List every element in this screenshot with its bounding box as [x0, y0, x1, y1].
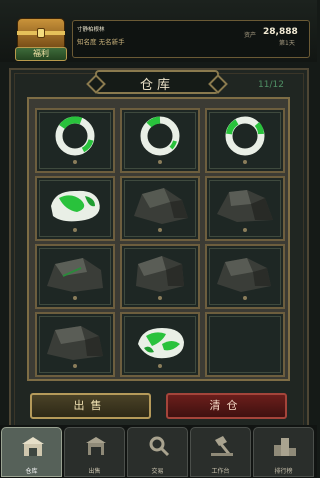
tab-label: 交易 — [151, 468, 164, 475]
hammer-icon — [211, 436, 233, 456]
slot-indicator — [73, 296, 77, 300]
inventory-slot[interactable] — [120, 312, 200, 377]
tab-label: 出售 — [88, 468, 101, 475]
shop-icon — [86, 437, 106, 455]
inventory-slot[interactable] — [35, 244, 115, 309]
tab-leaderboard[interactable]: 排行榜 — [253, 427, 314, 477]
slot-indicator — [243, 228, 247, 232]
tab-label: 仓库 — [25, 468, 38, 475]
player-name: 寸静柏根林 — [77, 27, 105, 33]
inventory-slot-empty[interactable] — [205, 312, 285, 377]
chest-lock-icon — [37, 28, 45, 38]
inventory-slot[interactable] — [205, 176, 285, 241]
tab-trade[interactable]: 交易 — [127, 427, 188, 477]
top-bar: 福利 寸静柏根林 知名度 无名新手 资产 28,888 第1天 — [0, 0, 317, 62]
search-icon — [149, 436, 170, 457]
inventory-slot[interactable] — [35, 176, 115, 241]
inventory-slot[interactable] — [120, 108, 200, 173]
inventory-slot[interactable] — [120, 176, 200, 241]
inventory-slot[interactable] — [205, 244, 285, 309]
podium-icon — [274, 438, 296, 456]
welfare-chest-button[interactable]: 福利 — [15, 18, 67, 61]
inventory-slot[interactable] — [35, 108, 115, 173]
sell-button[interactable]: 出售 — [30, 393, 151, 419]
clear-warehouse-button[interactable]: 清仓 — [166, 393, 287, 419]
tab-label: 排行榜 — [274, 468, 293, 475]
inventory-slot[interactable] — [120, 244, 200, 309]
slot-indicator — [73, 364, 77, 368]
slot-indicator — [158, 160, 162, 164]
slot-indicator — [158, 228, 162, 232]
slot-indicator — [73, 160, 77, 164]
warehouse-icon — [22, 437, 44, 456]
day-label: 第1天 — [279, 40, 295, 47]
slot-indicator — [73, 228, 77, 232]
tab-sell[interactable]: 出售 — [64, 427, 125, 477]
asset-label: 资产 — [244, 32, 257, 39]
inventory-slot[interactable] — [205, 108, 285, 173]
player-info-panel: 寸静柏根林 知名度 无名新手 资产 28,888 第1天 — [72, 20, 310, 58]
slot-indicator — [243, 296, 247, 300]
slot-indicator — [158, 364, 162, 368]
page-title: 仓库 — [139, 78, 174, 93]
tab-warehouse[interactable]: 仓库 — [1, 427, 62, 477]
capacity-counter: 11/12 — [258, 80, 284, 90]
inventory-slot[interactable] — [35, 312, 115, 377]
bottom-nav: 仓库 出售 交易 工作台 排行榜 — [0, 425, 317, 478]
tab-workbench[interactable]: 工作台 — [190, 427, 251, 477]
slot-indicator — [158, 296, 162, 300]
tab-label: 工作台 — [211, 468, 230, 475]
asset-value: 28,888 — [263, 27, 298, 37]
chest-label: 福利 — [15, 47, 67, 61]
inventory-grid — [27, 97, 290, 381]
warehouse-title-plate: 仓库 — [95, 70, 219, 94]
player-rank: 知名度 无名新手 — [77, 38, 125, 46]
slot-indicator — [243, 160, 247, 164]
